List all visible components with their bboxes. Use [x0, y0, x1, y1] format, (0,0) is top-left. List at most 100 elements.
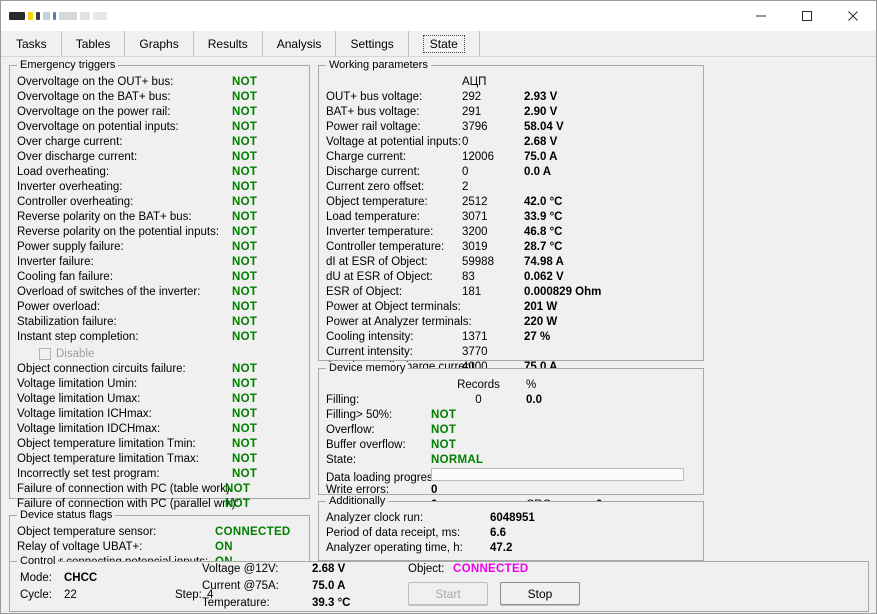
working-parameter-row: Cooling intensity: 1371 27 % — [326, 330, 698, 345]
working-parameter-row: Current intensity: 3770 — [326, 345, 698, 360]
parameter-value: 42.0 °C — [524, 196, 563, 208]
device-memory-list: Records% Filling: 0 0.0 Filling> 50%: NOT Over… — [319, 369, 703, 513]
working-parameter-row: ESR of Object: 181 0.000829 Ohm — [326, 285, 698, 300]
data-loading-progress-bar — [431, 468, 684, 481]
parameter-value: 2.93 V — [524, 91, 558, 103]
trigger-status: NOT — [232, 211, 258, 223]
working-parameter-row: Object temperature: 2512 42.0 °C — [326, 195, 698, 210]
memory-flag-status: NOT — [431, 439, 457, 451]
minimize-icon — [756, 15, 766, 17]
tab-graphs[interactable]: Graphs — [125, 31, 194, 56]
title-glyph-block — [59, 12, 77, 20]
close-button[interactable] — [830, 1, 876, 31]
trigger-status: NOT — [232, 166, 258, 178]
emergency-trigger-row: Reverse polarity on the BAT+ bus: NOT — [17, 210, 304, 225]
trigger-label: Object temperature limitation Tmin: — [17, 438, 196, 450]
control-temperature-label: Temperature: — [202, 597, 270, 609]
tab-tables[interactable]: Tables — [61, 31, 126, 56]
control-cycle-value: 22 — [64, 589, 77, 601]
parameter-value: 0.062 V — [524, 271, 564, 283]
emergency-trigger-row: Inverter failure: NOT — [17, 255, 304, 270]
tab-label: State — [422, 34, 465, 53]
window-controls — [738, 1, 876, 31]
trigger-label: Incorrectly set test program: — [17, 468, 160, 480]
additionally-label: Analyzer clock run: — [326, 512, 424, 524]
title-glyph-block — [53, 12, 56, 20]
working-parameter-row: Load temperature: 3071 33.9 °C — [326, 210, 698, 225]
parameter-value: 28.7 °C — [524, 241, 563, 253]
parameter-label: Inverter temperature: — [326, 226, 434, 238]
parameter-adc-value: 291 — [462, 106, 482, 118]
emergency-trigger-row: Stabilization failure: NOT — [17, 315, 304, 330]
start-button[interactable]: Start — [408, 582, 488, 605]
memory-flag-status: NOT — [431, 409, 457, 421]
emergency-triggers-list: Overvoltage on the OUT+ bus: NOT Overvolta… — [10, 66, 309, 512]
data-loading-progress-row: Data loading progress: — [326, 468, 698, 484]
trigger-status: NOT — [232, 181, 258, 193]
filling-records-value: 0 — [475, 394, 482, 406]
control-mode-group: Mode: CHCC Cycle: 22 — [20, 570, 97, 604]
parameter-label: ESR of Object: — [326, 286, 403, 298]
trigger-label: Power overload: — [17, 301, 101, 313]
trigger-status: NOT — [232, 136, 258, 148]
stop-button[interactable]: Stop — [500, 582, 580, 605]
parameter-adc-value: 181 — [462, 286, 482, 298]
memory-flag-status: NORMAL — [431, 454, 484, 466]
trigger-label: Voltage limitation Umax: — [17, 393, 141, 405]
parameter-value: 0.0 A — [524, 166, 552, 178]
trigger-status: NOT — [232, 316, 258, 328]
control-voltage-label: Voltage @12V: — [202, 563, 279, 575]
trigger-status: NOT — [232, 256, 258, 268]
emergency-trigger-row: Overvoltage on potential inputs: NOT — [17, 120, 304, 135]
control-mode-row: Mode: CHCC — [20, 570, 97, 587]
tab-state[interactable]: State — [408, 31, 480, 56]
working-parameter-row: OUT+ bus voltage: 292 2.93 V — [326, 90, 698, 105]
trigger-label: Over charge current: — [17, 136, 123, 148]
parameter-adc-value: 3200 — [462, 226, 488, 238]
additionally-label: Period of data receipt, ms: — [326, 527, 461, 539]
trigger-label: Inverter overheating: — [17, 181, 123, 193]
control-cycle-label: Cycle: — [20, 589, 52, 601]
control-content: Mode: CHCC Cycle: 22 Step: 4 Voltage @12… — [10, 562, 868, 611]
control-temperature-value: 39.3 °C — [312, 597, 351, 609]
trigger-label: Power supply failure: — [17, 241, 124, 253]
title-bar — [1, 1, 876, 31]
parameter-value: 75.0 A — [524, 151, 558, 163]
maximize-button[interactable] — [784, 1, 830, 31]
tab-label: Analysis — [276, 36, 322, 51]
trigger-status: NOT — [232, 393, 258, 405]
tab-analysis[interactable]: Analysis — [262, 31, 337, 56]
parameter-value: 201 W — [524, 301, 558, 313]
emergency-trigger-row: Overvoltage on the OUT+ bus: NOT — [17, 75, 304, 90]
trigger-status: NOT — [232, 106, 258, 118]
control-buttons: Start Stop — [408, 582, 580, 605]
emergency-trigger-row: Inverter overheating: NOT — [17, 180, 304, 195]
tab-tasks[interactable]: Tasks — [2, 31, 62, 56]
tab-results[interactable]: Results — [193, 31, 263, 56]
emergency-trigger-row: Voltage limitation ICHmax: NOT — [17, 407, 304, 422]
trigger-status: NOT — [232, 468, 258, 480]
emergency-trigger-row: Voltage limitation IDCHmax: NOT — [17, 422, 304, 437]
trigger-status: NOT — [232, 271, 258, 283]
parameter-label: Power at Object terminals: — [326, 301, 461, 313]
tab-settings[interactable]: Settings — [336, 31, 409, 56]
trigger-label: Voltage limitation IDCHmax: — [17, 423, 161, 435]
minimize-button[interactable] — [738, 1, 784, 31]
parameter-adc-value: 2512 — [462, 196, 488, 208]
working-parameter-row: Power at Object terminals: 201 W — [326, 300, 698, 315]
control-mode-value: CHCC — [64, 572, 98, 584]
control-object-group: Object: CONNECTED Start Stop — [408, 561, 580, 605]
device-memory-filling-row: Filling: 0 0.0 — [326, 393, 698, 408]
parameter-adc-value: 1371 — [462, 331, 488, 343]
control-readouts-group: Voltage @12V: 2.68 V Current @75A: 75.0 … — [202, 561, 350, 612]
parameter-label: Power rail voltage: — [326, 121, 421, 133]
adc-column-header: АЦП — [462, 76, 487, 88]
trigger-label: Instant step completion: — [17, 331, 139, 343]
emergency-trigger-row: Controller overheating: NOT — [17, 195, 304, 210]
main-tab-bar[interactable]: Tasks Tables Graphs Results Analysis Settings… — [1, 31, 876, 57]
working-parameter-row: BAT+ bus voltage: 291 2.90 V — [326, 105, 698, 120]
parameter-adc-value: 292 — [462, 91, 482, 103]
control-current-value: 75.0 A — [312, 580, 346, 592]
percent-column-header: % — [526, 379, 537, 391]
emergency-trigger-row: Power supply failure: NOT — [17, 240, 304, 255]
